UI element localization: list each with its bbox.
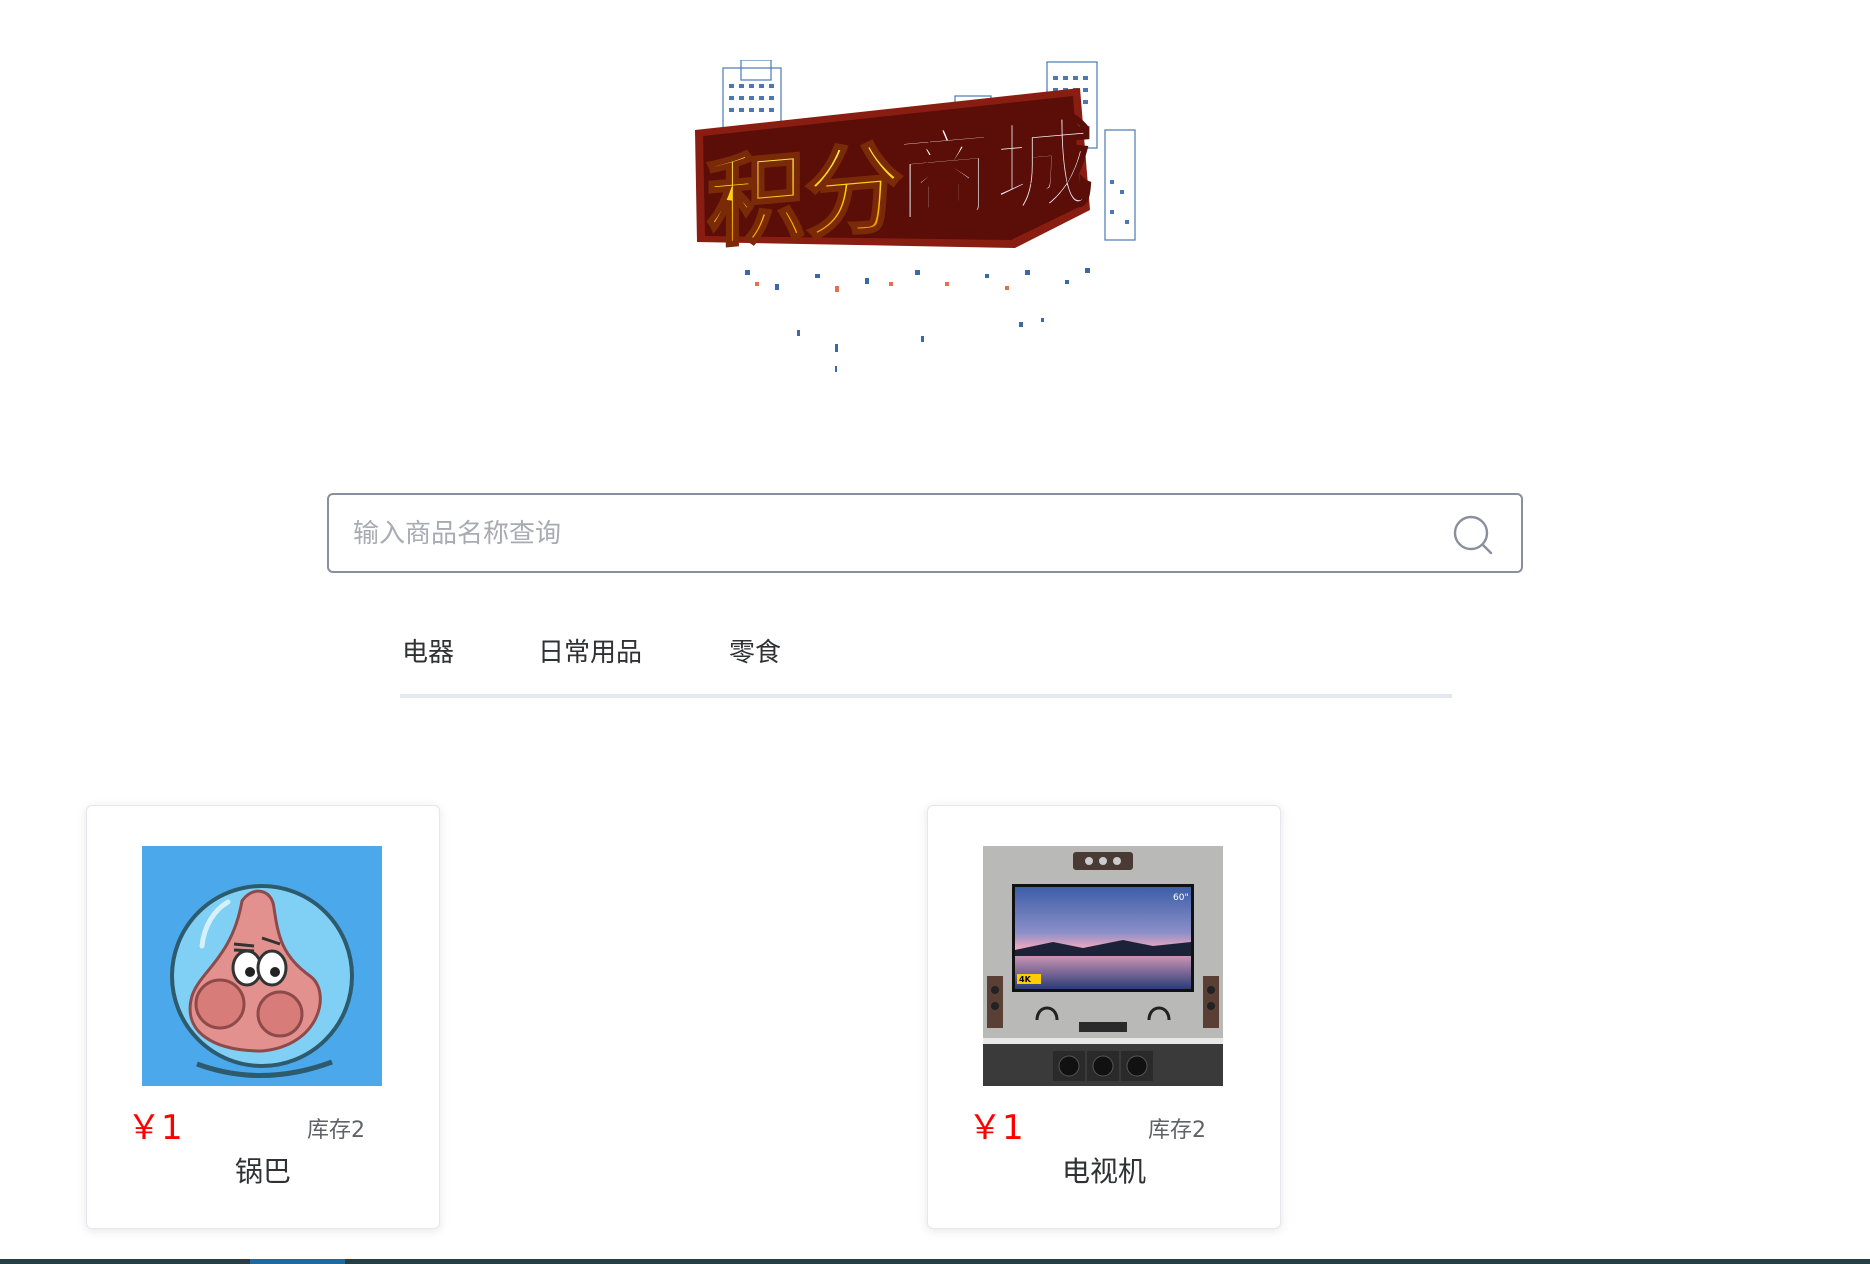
bottom-bar bbox=[0, 1259, 1870, 1264]
product-price: ￥1 bbox=[127, 1108, 183, 1148]
tab-appliances[interactable]: 电器 bbox=[402, 635, 454, 671]
search-icon[interactable] bbox=[1451, 513, 1495, 557]
svg-text:商城: 商城 bbox=[895, 107, 1091, 238]
product-image: 60" 4K bbox=[983, 846, 1223, 1086]
product-search-box bbox=[327, 493, 1523, 573]
product-name: 锅巴 bbox=[234, 1155, 291, 1188]
svg-text:积分: 积分 bbox=[707, 131, 903, 262]
tv-4k-badge: 4K bbox=[1019, 975, 1032, 984]
tab-daily-necessities[interactable]: 日常用品 bbox=[538, 635, 642, 671]
product-image bbox=[142, 846, 382, 1086]
product-name: 电视机 bbox=[1061, 1155, 1146, 1188]
product-stock: 库存2 bbox=[307, 1118, 365, 1143]
category-tabs: 电器 日常用品 零食 bbox=[400, 625, 1452, 698]
product-card[interactable]: 60" 4K ￥1 库存2 电视机 bbox=[927, 805, 1281, 1229]
tab-snacks[interactable]: 零食 bbox=[729, 635, 781, 671]
product-card[interactable]: ￥1 库存2 锅巴 bbox=[86, 805, 440, 1229]
search-input[interactable] bbox=[351, 495, 1415, 573]
bottom-bar-accent bbox=[250, 1259, 345, 1264]
mall-logo: 积分 商城 bbox=[685, 60, 1175, 380]
tv-size-label: 60" bbox=[1173, 893, 1189, 903]
product-stock: 库存2 bbox=[1148, 1118, 1206, 1143]
points-mall-page: 积分 商城 电器 日常用品 零食 bbox=[0, 0, 1870, 1264]
product-price: ￥1 bbox=[968, 1108, 1024, 1148]
